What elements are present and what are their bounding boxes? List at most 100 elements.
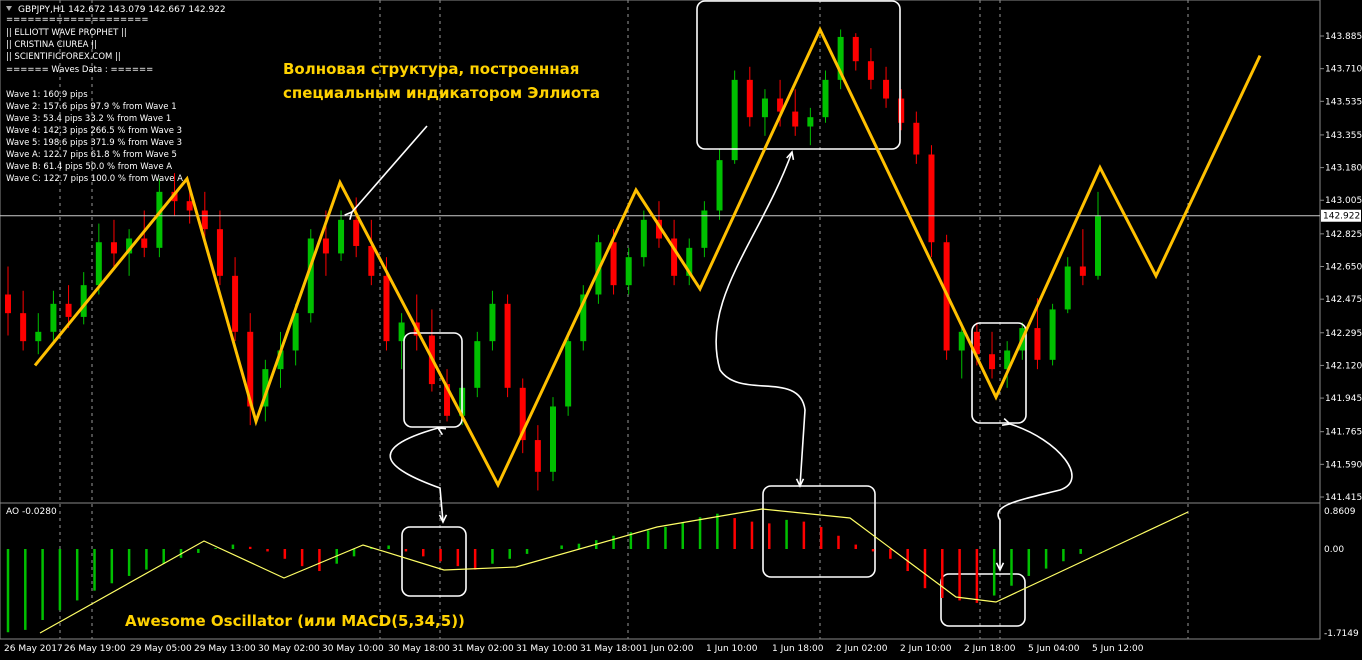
candle-bull <box>565 341 572 407</box>
time-tick-label: 5 Jun 12:00 <box>1092 644 1144 654</box>
candle-bull <box>489 303 496 342</box>
candle-bull <box>731 79 738 161</box>
candle-bull <box>640 219 647 258</box>
wave-title-line2: специальным индикатором Эллиота <box>283 84 600 102</box>
price-tick-label: 143.710 <box>1325 65 1362 75</box>
candle-bear <box>928 154 935 243</box>
candle-bull <box>50 303 57 332</box>
candle-bear <box>504 303 511 388</box>
candle-bear <box>1034 328 1041 360</box>
candle-bear <box>186 201 193 211</box>
price-tick-label: 142.120 <box>1325 361 1362 371</box>
candle-bear <box>353 219 360 246</box>
price-tick-label: 142.650 <box>1325 263 1362 273</box>
candle-bear <box>232 275 239 332</box>
time-tick-label: 31 May 18:00 <box>580 644 642 654</box>
price-axis: 143.885 143.710 143.535 143.355 143.180 143.0… <box>1320 32 1362 503</box>
candle-bull <box>474 341 481 388</box>
info-panel-line: Wave A: 122.7 pips 61.8 % from Wave 5 <box>6 150 177 160</box>
candle-bull <box>338 219 345 254</box>
candle-bull <box>807 117 814 127</box>
current-price-label: 142.922 <box>1323 212 1360 222</box>
ao-title: Awesome Oscillator (или MACD(5,34,5)) <box>125 612 465 630</box>
candle-bear <box>110 242 117 254</box>
time-tick-label: 30 May 10:00 <box>322 644 384 654</box>
time-tick-label: 26 May 19:00 <box>64 644 126 654</box>
info-panel-line: ====== Waves Data : ====== <box>6 65 153 75</box>
candle-bull <box>958 331 965 351</box>
candle-bear <box>913 122 920 155</box>
info-panel-line: || CRISTINA CIUREA || <box>6 40 97 50</box>
price-tick-label: 142.825 <box>1325 230 1362 240</box>
candle-bull <box>822 79 829 118</box>
candle-bear <box>534 440 541 472</box>
ao-tick-label: 0.8609 <box>1324 507 1356 517</box>
ao-tick-label: 0.00 <box>1324 545 1344 555</box>
time-tick-label: 2 Jun 10:00 <box>900 644 952 654</box>
candle-bear <box>20 313 27 342</box>
price-tick-label: 143.180 <box>1325 164 1362 174</box>
chart-header: GBPJPY,H1 142.672 143.079 142.667 142.92… <box>18 5 226 15</box>
price-tick-label: 142.475 <box>1325 295 1362 305</box>
time-tick-label: 2 Jun 18:00 <box>964 644 1016 654</box>
candle-bull <box>550 406 556 472</box>
info-panel-line: Wave B: 61.4 pips 50.0 % from Wave A <box>6 162 172 172</box>
candle-bear <box>322 238 329 254</box>
time-tick-label: 1 Jun 02:00 <box>642 644 694 654</box>
time-tick-label: 30 May 02:00 <box>258 644 320 654</box>
price-tick-label: 143.005 <box>1325 196 1362 206</box>
info-panel-line: Wave 1: 160.9 pips <box>6 90 88 100</box>
candle-bear <box>610 242 617 286</box>
info-panel-line: ==================== <box>6 15 148 25</box>
candle-bull <box>1095 216 1101 276</box>
ao-tick-label: -1.7149 <box>1324 629 1359 639</box>
candle-bear <box>883 79 890 99</box>
time-tick-label: 31 May 02:00 <box>452 644 514 654</box>
candle-bull <box>95 242 102 286</box>
info-panel-line: Wave C: 122.7 pips 100.0 % from Wave A <box>6 174 183 184</box>
candle-bear <box>792 111 799 127</box>
time-tick-label: 1 Jun 10:00 <box>706 644 758 654</box>
candle-bear <box>383 275 390 342</box>
time-tick-label: 29 May 13:00 <box>194 644 256 654</box>
candle-bull <box>761 98 768 118</box>
candle-bear <box>216 229 223 276</box>
info-panel-line: || ELLIOTT WAVE PROPHET || <box>6 28 127 38</box>
price-tick-label: 142.295 <box>1325 329 1362 339</box>
time-axis: 26 May 2017 26 May 19:00 29 May 05:00 29 Ma… <box>4 644 1144 654</box>
candle-bear <box>898 98 905 123</box>
candle-bear <box>141 238 148 248</box>
candle-bull <box>716 160 723 211</box>
candle-bear <box>746 79 753 118</box>
chart-background <box>0 0 1362 660</box>
price-tick-label: 141.945 <box>1325 394 1362 404</box>
candle-bear <box>1079 266 1086 276</box>
price-tick-label: 141.765 <box>1325 428 1362 438</box>
candle-bear <box>201 210 208 230</box>
info-panel-line: Wave 5: 198.6 pips 371.9 % from Wave 3 <box>6 138 182 148</box>
candle-bull <box>156 191 163 248</box>
candle-bull <box>1064 266 1071 310</box>
candle-bull <box>625 257 632 286</box>
candle-bear <box>65 303 72 317</box>
time-tick-label: 30 May 18:00 <box>388 644 450 654</box>
price-tick-label: 141.590 <box>1325 460 1362 470</box>
candle-bear <box>368 245 375 276</box>
time-tick-label: 29 May 05:00 <box>130 644 192 654</box>
candle-bull <box>1049 309 1056 360</box>
info-panel-line: || SCIENTIFICFOREX.COM || <box>6 52 121 62</box>
trading-chart: 143.885 143.710 143.535 143.355 143.180 143.0… <box>0 0 1362 660</box>
time-tick-label: 26 May 2017 <box>4 644 63 654</box>
ao-panel-label: AO -0.0280 <box>6 507 57 517</box>
info-panel-line: Wave 4: 142.3 pips 266.5 % from Wave 3 <box>6 126 182 136</box>
info-panel-line: Wave 3: 53.4 pips 33.2 % from Wave 1 <box>6 114 171 124</box>
info-panel-line: Wave 2: 157.6 pips 97.9 % from Wave 1 <box>6 102 177 112</box>
candle-bear <box>989 354 996 370</box>
price-tick-label: 143.355 <box>1325 131 1362 141</box>
price-tick-label: 141.415 <box>1325 493 1362 503</box>
time-tick-label: 1 Jun 18:00 <box>772 644 824 654</box>
time-tick-label: 5 Jun 04:00 <box>1028 644 1080 654</box>
time-tick-label: 31 May 10:00 <box>516 644 578 654</box>
price-tick-label: 143.885 <box>1325 32 1362 42</box>
candle-bear <box>5 294 11 314</box>
